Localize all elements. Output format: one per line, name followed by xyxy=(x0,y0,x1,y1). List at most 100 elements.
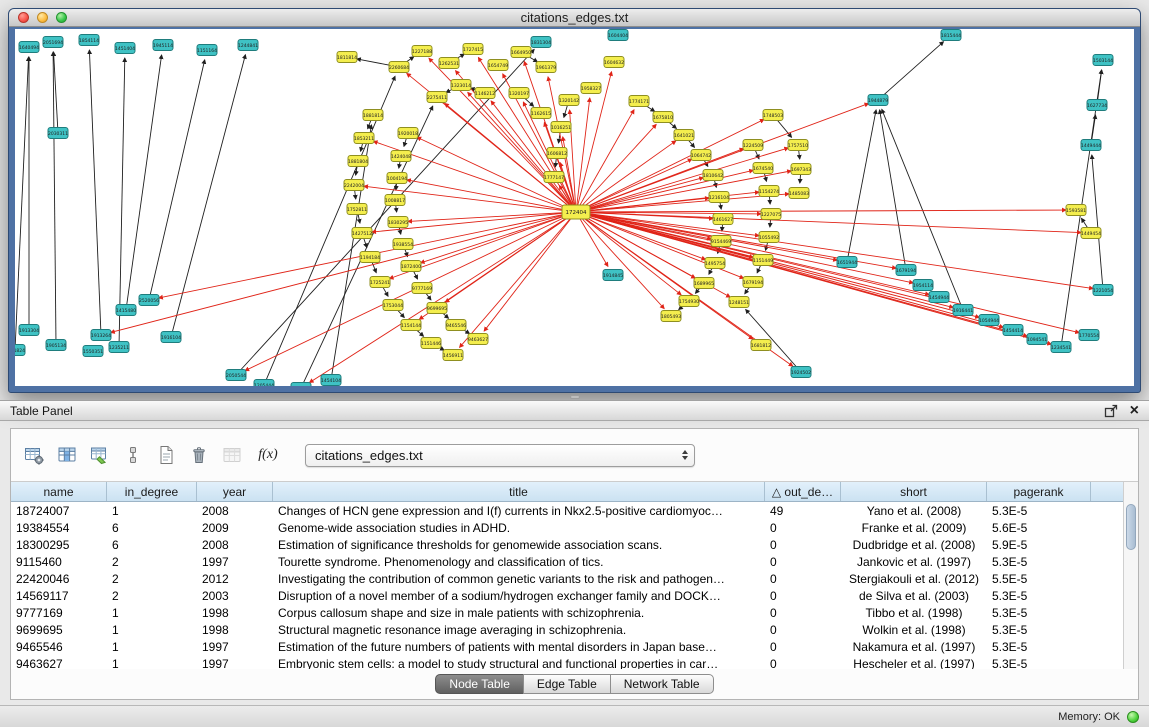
graph-node[interactable]: 1770554 xyxy=(1079,330,1099,341)
graph-node[interactable]: 1320197 xyxy=(509,88,529,99)
graph-node[interactable]: 1681812 xyxy=(751,340,771,351)
graph-node[interactable]: 1495754 xyxy=(705,258,725,269)
graph-node[interactable]: 1753044 xyxy=(383,300,403,311)
graph-node[interactable]: 1831304 xyxy=(531,37,551,48)
graph-node[interactable]: 1954114 xyxy=(913,280,933,291)
column-header-title[interactable]: title xyxy=(273,482,765,501)
graph-node[interactable]: 1674540 xyxy=(753,163,773,174)
graph-node[interactable]: 2520056 xyxy=(139,295,159,306)
table-row[interactable]: 969969511998Structural magnetic resonanc… xyxy=(11,621,1123,638)
graph-node[interactable]: 1881814 xyxy=(363,110,383,121)
graph-node[interactable]: 9154469 xyxy=(711,236,731,247)
graph-node[interactable]: 1604632 xyxy=(604,57,624,68)
graph-node[interactable]: 1916441 xyxy=(953,305,973,316)
graph-node[interactable]: 1853211 xyxy=(354,133,374,144)
graph-node[interactable]: 1227075 xyxy=(761,209,781,220)
graph-node[interactable]: 1854114 xyxy=(79,35,99,46)
graph-node[interactable]: 1679194 xyxy=(743,277,763,288)
graph-node[interactable]: 1221054 xyxy=(1093,285,1113,296)
graph-node[interactable]: 1162615 xyxy=(531,108,551,119)
graph-node[interactable]: 9777169 xyxy=(412,283,432,294)
graph-node[interactable]: 2051694 xyxy=(43,37,63,48)
graph-node[interactable]: 1454104 xyxy=(321,375,341,386)
graph-node[interactable]: 1424048 xyxy=(391,151,411,162)
graph-node[interactable]: 1451404 xyxy=(115,43,135,54)
graph-node[interactable]: 1055492 xyxy=(759,232,779,243)
graph-node[interactable]: 2260684 xyxy=(389,62,409,73)
tab-node-table[interactable]: Node Table xyxy=(435,674,524,694)
show-columns-button[interactable] xyxy=(54,442,80,468)
graph-node[interactable]: 1691824 xyxy=(15,345,25,356)
graph-node[interactable]: 1938554 xyxy=(393,239,413,250)
graph-node[interactable]: 1914845 xyxy=(603,270,623,281)
tab-edge-table[interactable]: Edge Table xyxy=(523,674,611,694)
graph-node[interactable]: 1146212 xyxy=(475,88,495,99)
column-header-in_degree[interactable]: in_degree xyxy=(107,482,197,501)
graph-node[interactable]: 1944879 xyxy=(868,95,888,106)
graph-node[interactable]: 1262531 xyxy=(439,58,459,69)
graph-node[interactable]: 1227188 xyxy=(412,46,432,57)
graph-node[interactable]: 1244841 xyxy=(238,40,258,51)
graph-node[interactable]: 1748503 xyxy=(763,110,783,121)
graph-node[interactable]: 1752811 xyxy=(347,204,367,215)
graph-node[interactable]: 1054944 xyxy=(979,315,999,326)
graph-node[interactable]: 1945114 xyxy=(153,40,173,51)
graph-node[interactable]: 1216104 xyxy=(709,192,729,203)
graph-node[interactable]: 172404 xyxy=(562,205,590,219)
float-panel-icon[interactable] xyxy=(1104,404,1118,418)
graph-node[interactable]: 2050544 xyxy=(226,370,246,381)
graph-node[interactable]: 1008817 xyxy=(385,195,405,206)
graph-node[interactable]: 1503144 xyxy=(1093,55,1113,66)
table-row[interactable]: 946554611997Estimation of the future num… xyxy=(11,638,1123,655)
table-row[interactable]: 911546021997Tourette syndrome. Phenomeno… xyxy=(11,553,1123,570)
graph-node[interactable]: 1640494 xyxy=(19,42,39,53)
table-selector-dropdown[interactable]: citations_edges.txt xyxy=(305,444,695,467)
table-row[interactable]: 946362711997Embryonic stem cells: a mode… xyxy=(11,655,1123,669)
graph-node[interactable]: 1461627 xyxy=(713,214,733,225)
graph-node[interactable]: 1913304 xyxy=(19,325,39,336)
graph-node[interactable]: 1235211 xyxy=(109,342,129,353)
graph-node[interactable]: 1064742 xyxy=(691,150,711,161)
graph-node[interactable]: 1905134 xyxy=(46,340,66,351)
graph-node[interactable]: 1754930 xyxy=(679,296,699,307)
graph-node[interactable]: 2242004 xyxy=(344,180,364,191)
tab-network-table[interactable]: Network Table xyxy=(610,674,714,694)
graph-node[interactable]: 1323014 xyxy=(451,80,471,91)
graph-node[interactable]: 1881804 xyxy=(348,156,368,167)
graph-node[interactable]: 1810642 xyxy=(703,170,723,181)
graph-node[interactable]: 1604404 xyxy=(608,30,628,41)
graph-node[interactable]: 1727415 xyxy=(463,44,483,55)
graph-node[interactable]: 1094541 xyxy=(1027,334,1047,345)
graph-node[interactable]: 1675810 xyxy=(653,112,673,123)
graph-node[interactable]: 1815444 xyxy=(941,30,961,41)
graph-node[interactable]: 1151164 xyxy=(197,45,217,56)
graph-node[interactable]: 1774171 xyxy=(629,96,649,107)
graph-node[interactable]: 1415480 xyxy=(116,305,136,316)
graph-node[interactable]: 1449444 xyxy=(1081,140,1101,151)
graph-node[interactable]: 1456911 xyxy=(443,350,463,361)
graph-node[interactable]: 1627734 xyxy=(1087,100,1107,111)
graph-node[interactable]: 9465546 xyxy=(446,320,466,331)
graph-node[interactable]: 1757510 xyxy=(788,140,808,151)
table-row[interactable]: 1456911722003Disruption of a novel membe… xyxy=(11,587,1123,604)
graph-node[interactable]: 1606812 xyxy=(547,148,567,159)
network-canvas[interactable]: 1724041811814188181418532111881804224200… xyxy=(15,29,1134,386)
graph-node[interactable]: 1920018 xyxy=(398,128,418,139)
table-row[interactable]: 1872400712008Changes of HCN gene express… xyxy=(11,502,1123,519)
edit-table-button[interactable] xyxy=(87,442,113,468)
graph-node[interactable]: 1320142 xyxy=(559,95,579,106)
function-builder-button[interactable]: f(x) xyxy=(252,442,284,468)
graph-node[interactable]: 1913264 xyxy=(91,330,111,341)
graph-node[interactable]: 1654749 xyxy=(488,60,508,71)
graph-node[interactable]: 2275411 xyxy=(427,92,447,103)
graph-node[interactable]: 1924502 xyxy=(791,367,811,378)
merge-tables-button[interactable] xyxy=(120,442,146,468)
graph-node[interactable]: 9463627 xyxy=(468,334,488,345)
table-row[interactable]: 977716911998Corpus callosum shape and si… xyxy=(11,604,1123,621)
window-titlebar[interactable]: citations_edges.txt xyxy=(9,9,1140,27)
column-header-year[interactable]: year xyxy=(197,482,273,501)
minimize-window-button[interactable] xyxy=(37,12,48,23)
graph-node[interactable]: 1958327 xyxy=(581,83,601,94)
graph-node[interactable]: 1697343 xyxy=(791,164,811,175)
new-file-button[interactable] xyxy=(153,442,179,468)
